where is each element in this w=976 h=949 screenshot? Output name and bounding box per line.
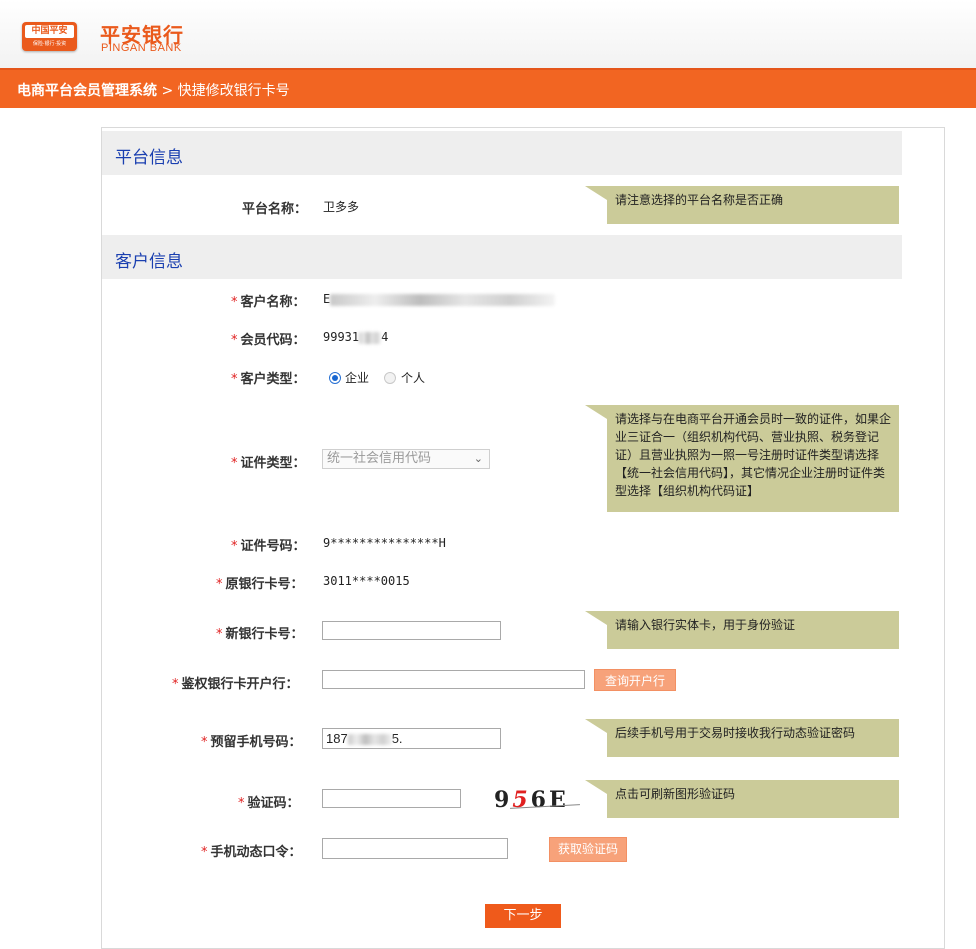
captcha-label: * 验证码：: [238, 796, 300, 811]
phone-suffix: 5.: [391, 731, 403, 746]
next-button[interactable]: 下一步: [485, 904, 561, 928]
customer-type-enterprise-radio[interactable]: [329, 372, 341, 384]
new-card-input[interactable]: [322, 621, 501, 640]
customer-name-value: E: [323, 292, 556, 306]
logo-badge-subtext: 保险·银行·投资: [32, 41, 67, 47]
breadcrumb-system[interactable]: 电商平台会员管理系统: [17, 83, 157, 99]
breadcrumb: 电商平台会员管理系统 > 快捷修改银行卡号: [17, 80, 290, 100]
old-card-label: * 原银行卡号：: [216, 577, 304, 592]
top-header: 中国平安 保险·银行·投资 平安银行 PINGAN BANK: [0, 0, 976, 68]
get-code-button[interactable]: 获取验证码: [549, 837, 627, 862]
brand-name-en: PINGAN BANK: [101, 42, 182, 54]
required-mark: *: [231, 295, 238, 310]
phone-input[interactable]: 187 5.: [322, 728, 501, 749]
platform-section-header: 平台信息: [102, 131, 902, 175]
cert-type-selected: 统一社会信用代码: [327, 451, 432, 466]
sms-code-label: * 手机动态口令：: [201, 845, 302, 860]
auth-bank-label: * 鉴权银行卡开户行：: [172, 677, 299, 692]
captcha-image[interactable]: 956E: [494, 787, 569, 813]
customer-type-label: * 客户类型：: [231, 372, 306, 387]
customer-type-personal-radio[interactable]: [384, 372, 396, 384]
sms-code-input[interactable]: [322, 838, 508, 859]
chevron-down-icon: ⌄: [473, 452, 483, 465]
cert-type-label: * 证件类型：: [231, 456, 306, 471]
platform-name-tip: 请注意选择的平台名称是否正确: [585, 186, 899, 224]
cert-no-value: 9***************H: [323, 536, 446, 550]
query-bank-button[interactable]: 查询开户行: [594, 669, 676, 691]
cert-type-select[interactable]: 统一社会信用代码 ⌄: [322, 449, 490, 469]
breadcrumb-separator: >: [157, 83, 178, 99]
customer-type-enterprise-label[interactable]: 企业: [345, 369, 369, 386]
captcha-tip: 点击可刷新图形验证码: [585, 780, 899, 818]
phone-prefix: 187: [326, 731, 348, 746]
phone-label: * 预留手机号码：: [201, 735, 302, 750]
member-code-value: 99931 4: [323, 330, 389, 344]
breadcrumb-bar: 电商平台会员管理系统 > 快捷修改银行卡号: [0, 68, 976, 108]
customer-section-header: 客户信息: [102, 235, 902, 279]
logo-badge-text: 中国平安: [25, 25, 74, 38]
platform-section-title: 平台信息: [115, 148, 183, 168]
platform-name-label: 平台名称：: [242, 202, 308, 217]
cert-type-tip: 请选择与在电商平台开通会员时一致的证件，如果企业三证合一（组织机构代码、营业执照…: [585, 405, 899, 512]
cert-no-label: * 证件号码：: [231, 539, 306, 554]
auth-bank-input[interactable]: [322, 670, 585, 689]
customer-type-personal-label[interactable]: 个人: [401, 369, 425, 386]
captcha-input[interactable]: [322, 789, 461, 808]
customer-name-label: * 客户名称：: [231, 295, 306, 310]
new-card-label: * 新银行卡号：: [216, 627, 304, 642]
breadcrumb-current-page: 快捷修改银行卡号: [177, 83, 290, 99]
new-card-tip: 请输入银行实体卡，用于身份验证: [585, 611, 899, 649]
member-code-label: * 会员代码：: [231, 333, 306, 348]
phone-tip: 后续手机号用于交易时接收我行动态验证密码: [585, 719, 899, 757]
ping-an-group-logo: 中国平安 保险·银行·投资: [22, 22, 77, 51]
form-panel: 平台信息 平台名称： 卫多多 请注意选择的平台名称是否正确 客户信息 * 客户名称…: [101, 127, 945, 949]
old-card-value: 3011****0015: [323, 574, 410, 588]
customer-section-title: 客户信息: [115, 252, 183, 272]
platform-name-value: 卫多多: [323, 200, 360, 214]
